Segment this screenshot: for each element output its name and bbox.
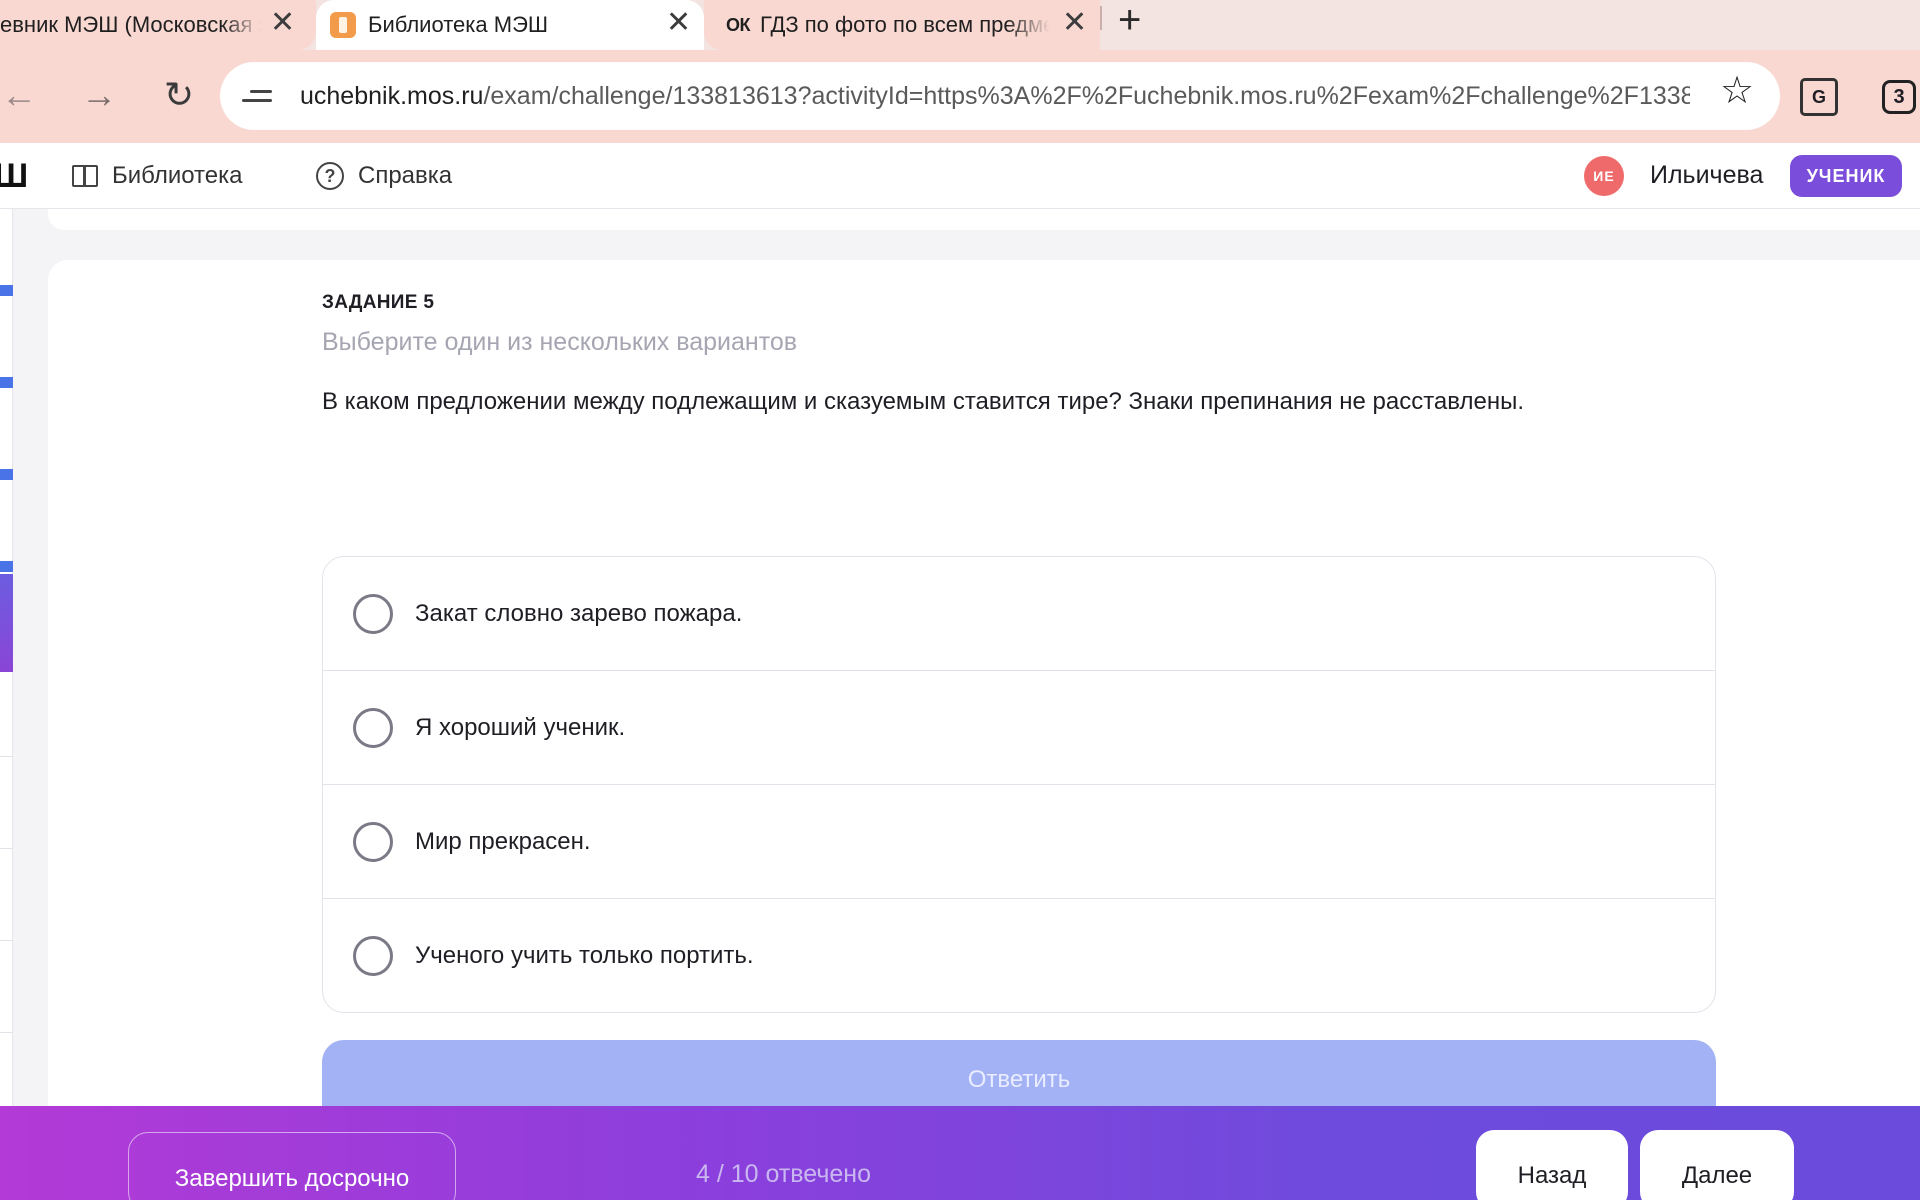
help-icon: ? (316, 162, 344, 190)
tab-title: ГДЗ по фото по всем предмет (760, 12, 1050, 37)
browser-tab[interactable]: евник МЭШ (Московская э ✕ (0, 0, 316, 50)
option-text: Закат словно зарево пожара. (415, 599, 743, 627)
tab-separator (1100, 6, 1102, 30)
tab-close-icon[interactable]: ✕ (666, 8, 691, 38)
url-text[interactable]: uchebnik.mos.ru/exam/challenge/133813613… (300, 82, 1690, 111)
nav-library[interactable]: Библиотека (72, 143, 243, 209)
extensions-count-badge[interactable]: 3 (1882, 80, 1916, 114)
answered-progress: 4 / 10 отвечено (696, 1160, 872, 1188)
back-arrow-icon[interactable]: ← (0, 70, 44, 120)
radio-button[interactable] (353, 821, 393, 862)
answer-options: Закат словно зарево пожара. Я хороший уч… (322, 556, 1716, 1013)
radio-button[interactable] (353, 707, 393, 748)
site-header: Ш Библиотека ? Справка ИЕ Ильичева УЧЕНИ… (0, 143, 1920, 209)
reload-icon[interactable]: ↻ (154, 70, 204, 120)
previous-card-edge (48, 209, 1920, 230)
browser-toolbar: ← → ↻ uchebnik.mos.ru/exam/challenge/133… (0, 50, 1920, 143)
nav-help-label: Справка (358, 162, 453, 189)
user-name[interactable]: Ильичева (1650, 161, 1763, 190)
radio-button[interactable] (353, 593, 393, 634)
address-bar[interactable]: uchebnik.mos.ru/exam/challenge/133813613… (220, 62, 1780, 130)
progress-mark[interactable] (0, 561, 13, 572)
bookmark-star-icon[interactable]: ☆ (1720, 72, 1754, 110)
progress-mark[interactable] (0, 285, 13, 296)
answer-option[interactable]: Мир прекрасен. (323, 785, 1715, 899)
library-favicon-icon (330, 12, 356, 38)
task-hint: Выберите один из нескольких вариантов (322, 328, 798, 356)
book-icon (72, 165, 98, 187)
browser-tab-active[interactable]: Библиотека МЭШ ✕ (316, 0, 704, 50)
radio-button[interactable] (353, 936, 393, 976)
browser-tab[interactable]: ОК ГДЗ по фото по всем предмет ✕ (704, 0, 1100, 50)
progress-divider (0, 848, 13, 849)
back-button[interactable]: Назад (1476, 1130, 1628, 1200)
next-button[interactable]: Далее (1640, 1130, 1794, 1200)
browser-tab-strip: евник МЭШ (Московская э ✕ Библиотека МЭШ… (0, 0, 1920, 50)
site-settings-icon[interactable] (242, 90, 290, 102)
answer-option[interactable]: Ученого учить только портить. (323, 899, 1715, 1012)
finish-early-button[interactable]: Завершить досрочно (128, 1132, 456, 1200)
option-text: Мир прекрасен. (415, 827, 591, 855)
task-number: ЗАДАНИЕ 5 (322, 292, 435, 313)
progress-divider (0, 940, 13, 941)
option-text: Я хороший ученик. (415, 713, 626, 741)
tab-close-icon[interactable]: ✕ (1062, 8, 1087, 38)
forward-arrow-icon[interactable]: → (74, 70, 124, 120)
tab-close-icon[interactable]: ✕ (270, 8, 295, 38)
progress-divider (0, 756, 13, 757)
bottom-bar: Завершить досрочно 4 / 10 отвечено Назад… (0, 1106, 1920, 1200)
role-badge: УЧЕНИК (1790, 155, 1902, 197)
progress-mark-current[interactable] (0, 574, 13, 672)
tab-title: евник МЭШ (Московская э (0, 12, 262, 37)
option-text: Ученого учить только портить. (415, 942, 754, 969)
task-question: В каком предложении между подлежащим и с… (322, 388, 1525, 415)
ok-favicon-icon: ОК (726, 14, 751, 35)
answer-option[interactable]: Закат словно зарево пожара. (323, 557, 1715, 671)
answer-option[interactable]: Я хороший ученик. (323, 671, 1715, 785)
question-progress-strip (0, 209, 13, 1109)
progress-divider (0, 1032, 13, 1033)
logo[interactable]: Ш (0, 157, 28, 196)
translate-icon[interactable]: G (1800, 78, 1838, 116)
nav-help[interactable]: ? Справка (316, 143, 452, 209)
new-tab-button[interactable]: + (1118, 0, 1141, 40)
progress-mark[interactable] (0, 469, 13, 480)
url-path: /exam/challenge/133813613?activityId=htt… (483, 81, 1690, 110)
avatar[interactable]: ИЕ (1584, 156, 1624, 196)
tab-title: Библиотека МЭШ (368, 12, 549, 37)
progress-mark[interactable] (0, 377, 13, 388)
url-host: uchebnik.mos.ru (300, 81, 484, 110)
nav-library-label: Библиотека (112, 162, 243, 189)
